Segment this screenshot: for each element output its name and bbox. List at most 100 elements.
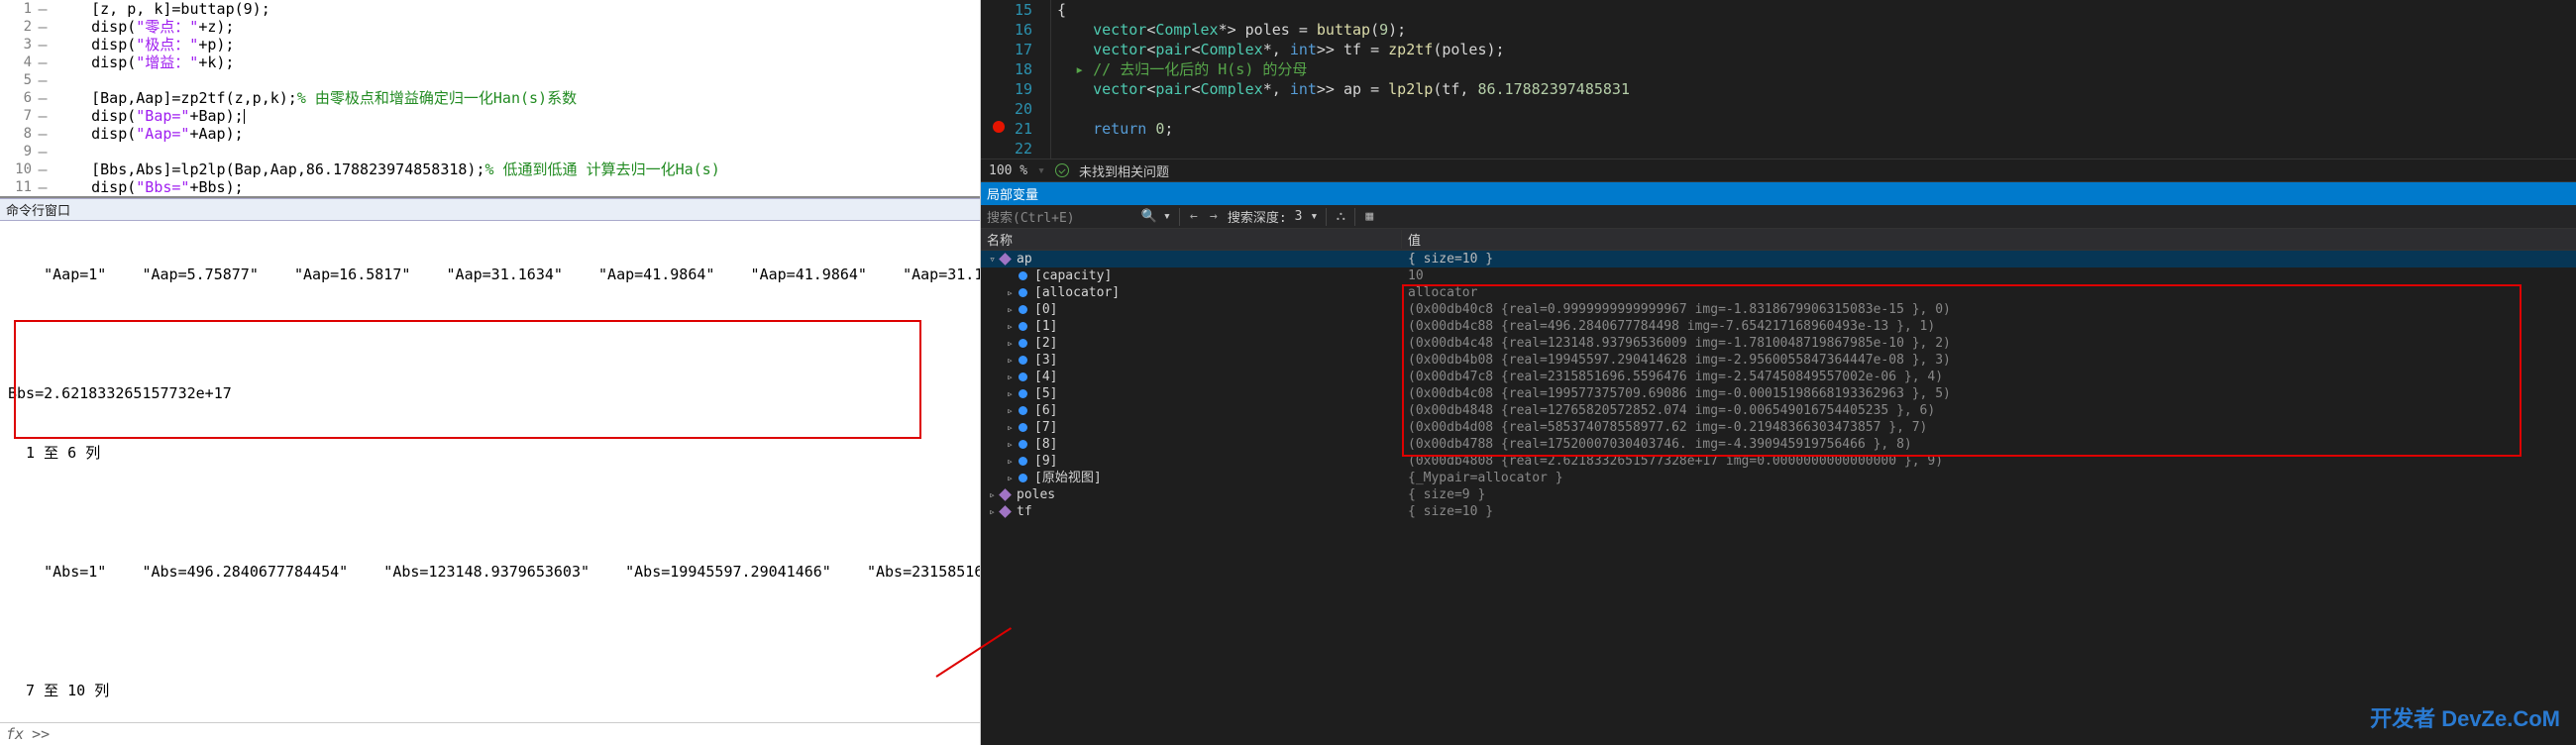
- editor-line[interactable]: 7— disp("Bap="+Bap);: [0, 107, 980, 125]
- field-icon: [1016, 304, 1030, 316]
- expand-icon[interactable]: ▹: [1005, 470, 1016, 486]
- command-window[interactable]: "Aap=1" "Aap=5.75877" "Aap=16.5817" "Aap…: [0, 221, 980, 722]
- status-message: 未找到相关问题: [1079, 161, 1169, 180]
- var-name: [2]: [1034, 335, 1057, 352]
- expand-icon[interactable]: ▿: [987, 251, 998, 267]
- var-name: [8]: [1034, 436, 1057, 453]
- expand-icon[interactable]: ▹: [1005, 335, 1016, 352]
- expand-icon[interactable]: ▹: [1005, 369, 1016, 385]
- field-icon: [1016, 355, 1030, 367]
- vs-code-line[interactable]: vector<Complex*> poles = buttap(9);: [1057, 20, 2576, 40]
- nav-fwd-icon[interactable]: →: [1204, 209, 1224, 224]
- editor-line[interactable]: 5—: [0, 71, 980, 89]
- var-value: 10: [1402, 267, 2576, 284]
- depth-label: 搜索深度:: [1224, 207, 1291, 226]
- var-name: [0]: [1034, 301, 1057, 318]
- watermark: 开发者 DevZe.CoM: [2370, 701, 2560, 733]
- field-icon: [1016, 338, 1030, 350]
- cmd-line: 7 至 10 列: [8, 681, 972, 700]
- cmd-line: "Abs=1" "Abs=496.2840677784454" "Abs=123…: [8, 562, 972, 582]
- search-icon[interactable]: 🔍: [1139, 209, 1159, 224]
- field-icon: [1016, 405, 1030, 417]
- vs-code-line[interactable]: [1057, 99, 2576, 119]
- vs-code-line[interactable]: [1057, 139, 2576, 159]
- vs-code-editor[interactable]: 1516171819202122 { vector<Complex*> pole…: [981, 0, 2576, 159]
- vs-code-line[interactable]: return 0;: [1057, 119, 2576, 139]
- locals-row[interactable]: [capacity] 10: [981, 267, 2576, 284]
- highlight-box-matlab: [14, 320, 921, 439]
- var-name: tf: [1017, 503, 1032, 520]
- expand-icon[interactable]: ▹: [1005, 453, 1016, 470]
- editor-line[interactable]: 8— disp("Aap="+Aap);: [0, 125, 980, 143]
- var-name: [capacity]: [1034, 267, 1112, 284]
- var-name: [1]: [1034, 318, 1057, 335]
- editor-line[interactable]: 11— disp("Bbs="+Bbs);: [0, 178, 980, 196]
- var-name: [4]: [1034, 369, 1057, 385]
- prompt: >>: [32, 725, 50, 743]
- command-prompt-row[interactable]: fx >>: [0, 722, 980, 745]
- var-value: { size=9 }: [1402, 486, 2576, 503]
- locals-row[interactable]: ▹poles{ size=9 }: [981, 486, 2576, 503]
- expand-icon[interactable]: ▹: [1005, 301, 1016, 318]
- expand-icon[interactable]: ▹: [1005, 385, 1016, 402]
- search-input[interactable]: 搜索(Ctrl+E): [981, 207, 1139, 226]
- field-icon: [1016, 439, 1030, 451]
- ok-icon: [1055, 163, 1069, 177]
- locals-panel-title: 局部变量: [981, 182, 2576, 205]
- locals-grid[interactable]: ▿ap{ size=10 }[capacity]10▹[allocator]al…: [981, 251, 2576, 745]
- vs-code-line[interactable]: ▸ // 去归一化后的 H(s) 的分母: [1057, 59, 2576, 79]
- variable-icon: [998, 489, 1013, 501]
- field-icon: [1016, 372, 1030, 383]
- vs-code-line[interactable]: vector<pair<Complex*, int>> ap = lp2lp(t…: [1057, 79, 2576, 99]
- expand-icon[interactable]: ▹: [1005, 436, 1016, 453]
- editor-line[interactable]: 2— disp("零点："+z);: [0, 18, 980, 36]
- editor-line[interactable]: 6— [Bap,Aap]=zp2tf(z,p,k);% 由零极点和增益确定归一化…: [0, 89, 980, 107]
- command-window-title: 命令行窗口: [0, 198, 980, 221]
- expand-icon[interactable]: ▹: [1005, 352, 1016, 369]
- expand-icon[interactable]: ▹: [987, 503, 998, 520]
- expand-icon[interactable]: ▹: [987, 486, 998, 503]
- cmd-line: "Aap=1" "Aap=5.75877" "Aap=16.5817" "Aap…: [8, 265, 972, 284]
- field-icon: [1016, 422, 1030, 434]
- columns-icon[interactable]: ▦: [1359, 209, 1379, 224]
- fx-icon: fx: [6, 725, 24, 743]
- expand-icon[interactable]: ▹: [1005, 318, 1016, 335]
- editor-line[interactable]: 1— [z, p, k]=buttap(9);: [0, 0, 980, 18]
- var-name: [原始视图]: [1034, 470, 1102, 486]
- var-value: { size=10 }: [1402, 251, 2576, 267]
- locals-row[interactable]: ▹tf{ size=10 }: [981, 503, 2576, 520]
- zoom-level[interactable]: 100 %: [989, 163, 1027, 178]
- var-name: [5]: [1034, 385, 1057, 402]
- expand-icon[interactable]: ▹: [1005, 419, 1016, 436]
- field-icon: [1016, 388, 1030, 400]
- breakpoint-icon[interactable]: [993, 121, 1005, 133]
- field-icon: [1016, 456, 1030, 468]
- locals-grid-header: 名称 值: [981, 229, 2576, 251]
- variable-icon: [998, 254, 1013, 266]
- header-name[interactable]: 名称: [981, 230, 1402, 249]
- expand-icon[interactable]: ▹: [1005, 402, 1016, 419]
- cmd-line: 1 至 6 列: [8, 443, 972, 463]
- var-name: [3]: [1034, 352, 1057, 369]
- var-name: [6]: [1034, 402, 1057, 419]
- header-value[interactable]: 值: [1402, 230, 2576, 249]
- vs-code-line[interactable]: {: [1057, 0, 2576, 20]
- editor-line[interactable]: 4— disp("增益："+k);: [0, 53, 980, 71]
- editor-line[interactable]: 3— disp("极点："+p);: [0, 36, 980, 53]
- locals-row[interactable]: ▿ap{ size=10 }: [981, 251, 2576, 267]
- depth-value[interactable]: 3: [1291, 209, 1307, 224]
- var-name: [allocator]: [1034, 284, 1120, 301]
- highlight-box-vs: [1402, 284, 2522, 457]
- expand-icon[interactable]: ▹: [1005, 284, 1016, 301]
- var-name: [7]: [1034, 419, 1057, 436]
- matlab-editor[interactable]: 1— [z, p, k]=buttap(9);2— disp("零点："+z);…: [0, 0, 980, 198]
- vs-code-line[interactable]: vector<pair<Complex*, int>> tf = zp2tf(p…: [1057, 40, 2576, 59]
- field-icon: [1016, 473, 1030, 484]
- locals-row[interactable]: ▹[原始视图]{_Mypair=allocator }: [981, 470, 2576, 486]
- editor-line[interactable]: 9—: [0, 143, 980, 160]
- nav-back-icon[interactable]: ←: [1184, 209, 1204, 224]
- variable-icon: [998, 506, 1013, 518]
- filter-icon[interactable]: ⛬: [1331, 209, 1350, 224]
- locals-search-row: 搜索(Ctrl+E) 🔍 ▾ ← → 搜索深度: 3 ▾ ⛬ ▦: [981, 205, 2576, 229]
- editor-line[interactable]: 10— [Bbs,Abs]=lp2lp(Bap,Aap,86.178823974…: [0, 160, 980, 178]
